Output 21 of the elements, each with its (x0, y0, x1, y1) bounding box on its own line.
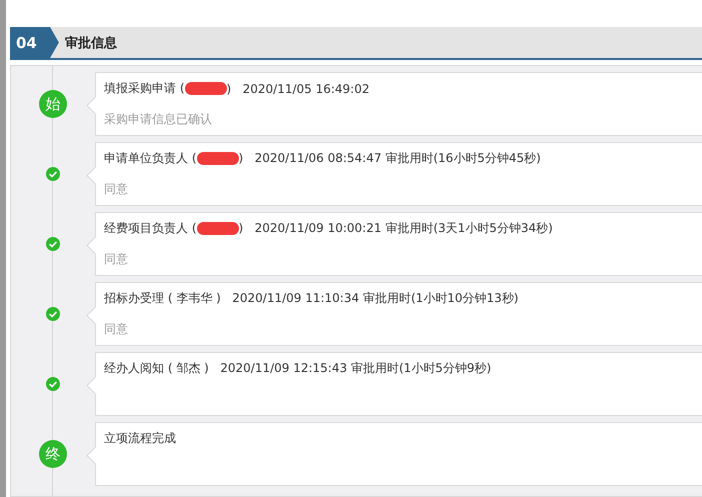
step-title: 申请单位负责人 ( (104, 150, 196, 167)
step-comment: 采购申请信息已确认 (104, 111, 213, 128)
step-title: 招标办受理 ( 李韦华 ) 2020/11/09 11:10:34 审批用时(1小时10分钟13秒) (104, 290, 518, 307)
check-icon (46, 167, 60, 181)
check-icon (46, 237, 60, 251)
check-icon (46, 307, 60, 321)
step-title: 填报采购申请 ( (104, 80, 184, 97)
step-comment: 同意 (104, 321, 129, 338)
step-title: ) 2020/11/09 10:00:21 审批用时(3天1小时5分钟34秒) (238, 220, 553, 237)
step-title: ) 2020/11/05 16:49:02 (226, 82, 370, 96)
step-title: ) 2020/11/06 08:54:47 审批用时(16小时5分钟45秒) (238, 150, 541, 167)
check-icon (46, 377, 60, 391)
section-number: 04 (10, 27, 59, 58)
step-title: 经办人阅知 ( 邹杰 ) 2020/11/09 12:15:43 审批用时(1小时5分钟9秒) (104, 360, 492, 377)
step-badge: 终 (39, 440, 67, 468)
step-badge: 始 (39, 90, 67, 118)
step-comment: 同意 (104, 181, 129, 198)
step-title: 经费项目负责人 ( (104, 220, 196, 237)
step-comment: 同意 (104, 251, 129, 268)
step-title: 立项流程完成 (104, 430, 176, 447)
section-title: 审批信息 (64, 34, 117, 52)
